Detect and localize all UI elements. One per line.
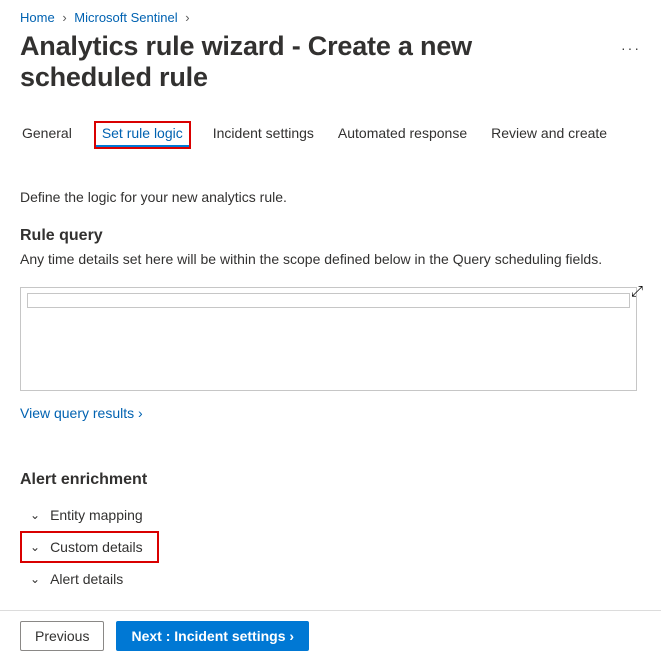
intro-text: Define the logic for your new analytics … (20, 189, 641, 205)
tab-incident-settings[interactable]: Incident settings (211, 121, 316, 149)
alert-enrichment-title: Alert enrichment (20, 471, 641, 489)
expand-icon[interactable]: ⤢ (631, 283, 643, 300)
enrichment-label: Custom details (50, 539, 143, 555)
tab-automated-response[interactable]: Automated response (336, 121, 469, 149)
breadcrumb-sentinel[interactable]: Microsoft Sentinel (74, 10, 177, 25)
chevron-down-icon: ⌄ (30, 573, 40, 585)
page-title: Analytics rule wizard - Create a new sch… (20, 31, 603, 93)
alert-enrichment-list: ⌄ Entity mapping ⌄ Custom details ⌄ Aler… (20, 499, 641, 595)
view-query-results-link[interactable]: View query results › (20, 405, 143, 421)
enrichment-label: Alert details (50, 571, 123, 587)
more-actions-icon[interactable]: ··· (621, 40, 641, 56)
breadcrumb-sep: › (62, 10, 66, 25)
enrichment-label: Entity mapping (50, 507, 143, 523)
rule-query-subtitle: Any time details set here will be within… (20, 249, 641, 269)
breadcrumb: Home › Microsoft Sentinel › (20, 10, 641, 25)
tab-set-rule-logic[interactable]: Set rule logic (94, 121, 191, 149)
tab-general[interactable]: General (20, 121, 74, 149)
enrichment-entity-mapping[interactable]: ⌄ Entity mapping (20, 499, 151, 531)
rule-query-input-line[interactable] (27, 293, 630, 308)
rule-query-editor[interactable] (20, 287, 637, 391)
chevron-down-icon: ⌄ (30, 541, 40, 553)
next-button[interactable]: Next : Incident settings › (116, 621, 309, 651)
wizard-tabs: General Set rule logic Incident settings… (20, 121, 641, 149)
previous-button[interactable]: Previous (20, 621, 104, 651)
rule-query-title: Rule query (20, 227, 641, 245)
enrichment-alert-details[interactable]: ⌄ Alert details (20, 563, 131, 595)
wizard-footer: Previous Next : Incident settings › (0, 610, 661, 661)
breadcrumb-home[interactable]: Home (20, 10, 55, 25)
breadcrumb-sep: › (185, 10, 189, 25)
chevron-down-icon: ⌄ (30, 509, 40, 521)
enrichment-custom-details[interactable]: ⌄ Custom details (20, 531, 159, 563)
tab-review-create[interactable]: Review and create (489, 121, 609, 149)
